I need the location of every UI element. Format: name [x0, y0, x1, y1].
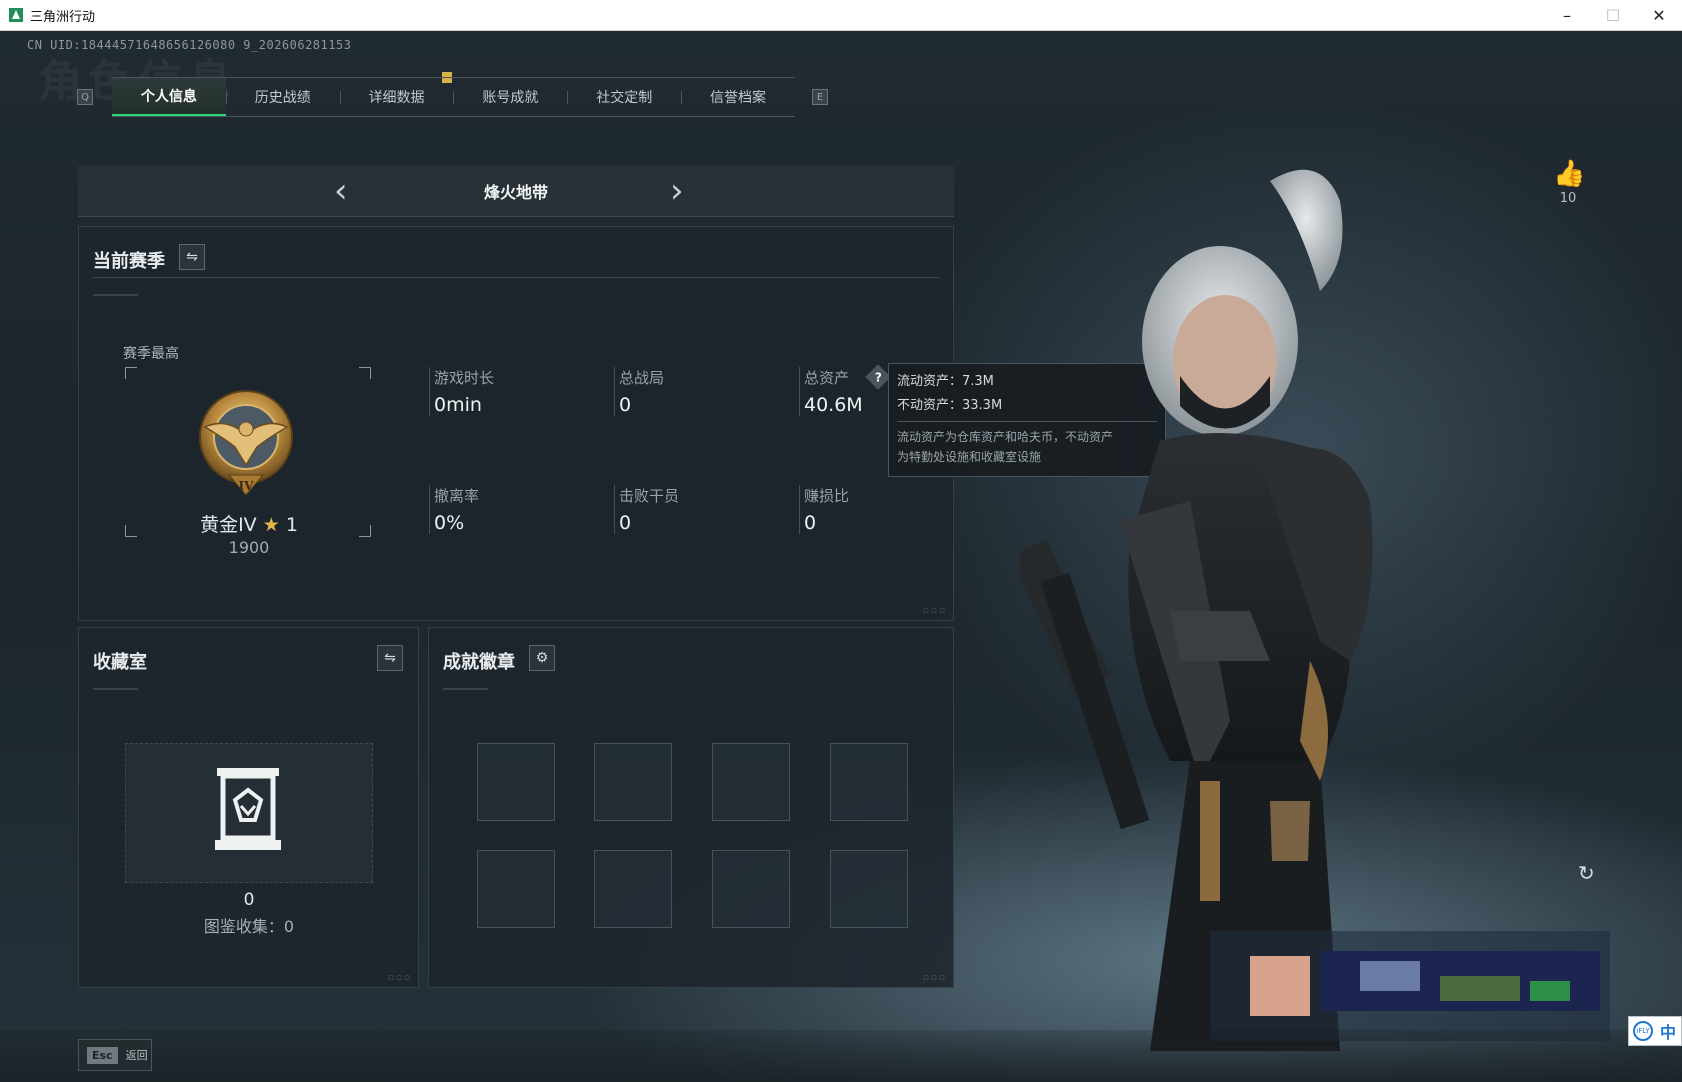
back-label: 返回 [125, 1049, 148, 1062]
collection-title: 收藏室 [93, 652, 147, 673]
rank-name: 黄金IV [200, 514, 257, 536]
stat-label: 击败干员 [619, 487, 680, 505]
collection-subtitle-deco [93, 688, 138, 690]
app-logo-icon [9, 8, 23, 22]
gold-rank-medal-icon: IV [199, 390, 293, 496]
frame-corner [125, 525, 137, 537]
ime-mode: 中 [1660, 1023, 1677, 1042]
season-divider [93, 277, 939, 278]
badge-slot[interactable] [830, 850, 908, 928]
rank-score: 1900 [228, 538, 270, 557]
badge-slot[interactable] [594, 850, 672, 928]
tab-social-custom[interactable]: 社交定制 [567, 78, 681, 116]
collection-count: 0 [243, 890, 255, 910]
stat-label: 总战局 [619, 369, 665, 387]
rank-star-count: 1 [285, 514, 298, 536]
mode-selector: ‹ 烽火地带 › [78, 166, 954, 217]
badge-slot[interactable] [830, 743, 908, 821]
stat-value: 0% [434, 512, 465, 534]
frame-corner [359, 525, 371, 537]
close-button[interactable]: ✕ [1636, 0, 1682, 31]
window-controls: – ☐ ✕ [1544, 0, 1682, 31]
tab-history[interactable]: 历史战绩 [225, 78, 340, 116]
tab-achievements[interactable]: 账号成就 [453, 78, 567, 116]
minimize-button[interactable]: – [1544, 0, 1590, 31]
rank-star-icon: ★ [262, 514, 280, 536]
back-button[interactable]: Esc 返回 [78, 1039, 152, 1071]
ime-indicator[interactable]: iFLY 中 [1628, 1016, 1682, 1046]
rank-name-line: 黄金IV ★ 1 [189, 510, 309, 537]
window-titlebar: 三角洲行动 – ☐ ✕ [0, 0, 1682, 31]
like-count: 10 [1559, 191, 1577, 206]
tab-personal-info[interactable]: 个人信息 [112, 78, 226, 116]
badges-settings-button[interactable]: ⚙ [529, 645, 555, 671]
stat-value: 40.6M [804, 394, 863, 416]
display-case-icon [215, 768, 281, 850]
badge-slot[interactable] [712, 850, 790, 928]
stat-label: 赚损比 [804, 487, 850, 505]
season-subtitle-deco [93, 294, 138, 296]
stat-extraction-rate: 撤离率 0% [429, 485, 479, 534]
thumbs-up-icon[interactable]: 👍 [1553, 159, 1585, 189]
achievement-badges-panel: 成就徽章 ⚙ ▫▫▫ [428, 627, 954, 988]
stat-label: 总资产 [804, 369, 850, 387]
stat-label: 游戏时长 [434, 369, 495, 387]
collection-swap-button[interactable]: ⇋ [377, 645, 403, 671]
current-season-panel: 当前赛季 ⇋ 赛季最高 IV 黄金IV ★ 1 1900 游戏时长 0min 总… [78, 226, 954, 621]
frame-corner [359, 367, 371, 379]
frame-corner [125, 367, 137, 379]
bottom-bar [0, 1030, 1682, 1082]
rank-numeral: IV [239, 479, 255, 493]
window-title: 三角洲行动 [30, 9, 96, 25]
stat-playtime: 游戏时长 0min [429, 367, 494, 416]
stat-kills: 击败干员 0 [614, 485, 679, 534]
badge-slot[interactable] [594, 743, 672, 821]
collection-panel: 收藏室 ⇋ 0 图鉴收集：0 ▫▫▫ [78, 627, 419, 988]
game-viewport: 角色信息 CN UID:18444571648656126080 9_20260… [0, 31, 1682, 1082]
like-widget: 👍 10 [1553, 159, 1585, 206]
badges-title: 成就徽章 [443, 652, 515, 673]
ime-logo-icon: iFLY [1633, 1021, 1653, 1041]
collection-label: 图鉴收集：0 [203, 917, 295, 936]
tab-credit-record[interactable]: 信誉档案 [681, 78, 795, 116]
refresh-icon[interactable]: ↻ [1578, 861, 1595, 885]
season-swap-button[interactable]: ⇋ [179, 244, 205, 270]
panel-corner-deco: ▫▫▫ [922, 973, 947, 983]
season-best-label: 赛季最高 [123, 346, 179, 362]
player-card-pixelated-image [1210, 931, 1610, 1041]
season-title: 当前赛季 [93, 251, 165, 272]
mode-next-arrow-icon[interactable]: › [670, 174, 684, 208]
mode-title: 烽火地带 [483, 183, 548, 202]
esc-key-label: Esc [87, 1046, 118, 1064]
badge-slot[interactable] [712, 743, 790, 821]
stat-total-assets: 总资产 40.6M [799, 367, 863, 416]
tab-bar: 个人信息 历史战绩 详细数据 账号成就 社交定制 信誉档案 [112, 77, 795, 117]
stat-label: 撤离率 [434, 487, 480, 505]
stat-value: 0 [619, 394, 632, 416]
assets-help-icon[interactable]: ? [865, 364, 891, 390]
badge-slot[interactable] [477, 743, 555, 821]
operator-character-image [1020, 169, 1373, 1051]
stat-profit-loss-ratio: 赚损比 0 [799, 485, 849, 534]
uid-text: CN UID:18444571648656126080 9_2026062811… [27, 38, 352, 52]
tab-prev-key[interactable]: Q [77, 89, 93, 105]
maximize-button[interactable]: ☐ [1590, 0, 1636, 31]
tab-detailed-data[interactable]: 详细数据 [339, 78, 454, 116]
panel-corner-deco: ▫▫▫ [387, 973, 412, 983]
tab-next-key[interactable]: E [812, 89, 828, 105]
stat-value: 0 [619, 512, 632, 534]
stat-value: 0 [804, 512, 817, 534]
panel-corner-deco: ▫▫▫ [922, 606, 947, 616]
stat-total-matches: 总战局 0 [614, 367, 664, 416]
stat-value: 0min [434, 394, 482, 416]
mode-prev-arrow-icon[interactable]: ‹ [334, 174, 348, 208]
badges-subtitle-deco [443, 688, 488, 690]
badge-slot[interactable] [477, 850, 555, 928]
